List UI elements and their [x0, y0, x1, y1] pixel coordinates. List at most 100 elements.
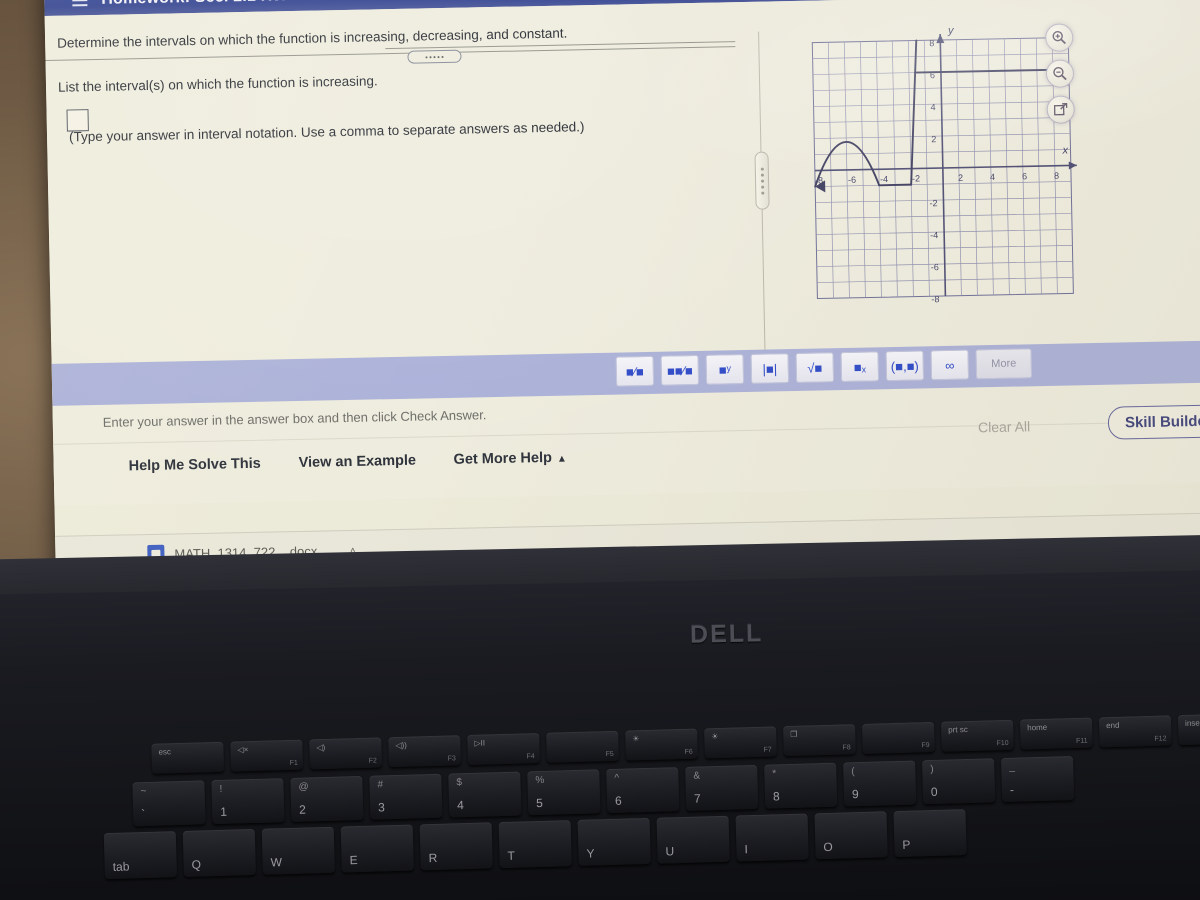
svg-text:-4: -4 — [880, 174, 888, 184]
key-`[interactable]: ~ ` — [132, 780, 206, 827]
palette-absolute-value-button[interactable]: |■| — [750, 353, 790, 384]
key-fn-F12[interactable]: end F12 — [1098, 715, 1172, 748]
key-5[interactable]: % 5 — [527, 769, 601, 816]
palette-infinity-button[interactable]: ∞ — [930, 349, 970, 381]
key-alt-label: ) — [930, 763, 934, 776]
svg-text:-8: -8 — [931, 294, 939, 304]
question-content: Determine the intervals on which the fun… — [44, 0, 1200, 606]
key-fn-label: F10 — [996, 739, 1009, 748]
key-fn-F4[interactable]: ▷II F4 — [467, 732, 540, 765]
key-O[interactable]: O — [814, 811, 888, 860]
key-label: insert — [1184, 718, 1200, 728]
key-fn-F9[interactable]: F9 — [862, 721, 935, 754]
enter-answer-note: Enter your answer in the answer box and … — [102, 407, 487, 430]
key-main-label: R — [428, 850, 438, 866]
key-9[interactable]: (9 — [843, 760, 917, 807]
key-fn-F7[interactable]: ☀ F7 — [704, 726, 777, 759]
palette-square-root-button[interactable]: √■ — [795, 352, 835, 383]
key-alt-label: $ — [456, 777, 463, 789]
help-me-solve-this-link[interactable]: Help Me Solve This — [128, 456, 260, 475]
key-fn-label: F2 — [368, 757, 377, 765]
panel-resize-handle[interactable] — [754, 151, 770, 210]
key-alt-label: ^ — [614, 772, 620, 784]
key-label: ▷II — [474, 738, 486, 748]
key-fn-label: F4 — [526, 753, 535, 761]
key-tab[interactable]: tab — [103, 831, 178, 880]
key-alt-label: * — [772, 768, 777, 780]
key-8[interactable]: * 8 — [764, 762, 838, 809]
key-main-label: O — [823, 839, 833, 855]
palette-interval-button[interactable]: (■,■) — [885, 350, 925, 382]
key-main-label: - — [1009, 782, 1015, 797]
key-main-label: 4 — [456, 798, 464, 813]
key-fn-F6[interactable]: ☀ F6 — [625, 728, 698, 761]
svg-text:-2: -2 — [929, 198, 937, 208]
key-fn-F3[interactable]: ◁)) F3 — [388, 735, 461, 768]
key-fn-label: F11 — [1075, 737, 1088, 745]
key-main-label: U — [665, 844, 675, 859]
key-label: esc — [158, 747, 172, 757]
svg-text:2: 2 — [958, 173, 963, 183]
key-0[interactable]: ) 0 — [922, 758, 996, 805]
key-label: ◁) — [316, 742, 326, 753]
dell-brand-logo: DELL — [689, 619, 764, 649]
key-T[interactable]: T — [498, 820, 572, 869]
svg-text:-6: -6 — [931, 262, 939, 272]
get-more-help-link[interactable]: Get More Help ▲ — [453, 450, 567, 468]
skill-builder-button[interactable]: Skill Builder — [1107, 404, 1200, 440]
key-alt-label: % — [535, 774, 545, 787]
key-fn-insert[interactable]: insert — [1177, 713, 1200, 746]
hamburger-menu-icon[interactable] — [72, 0, 88, 7]
palette-subscript-button[interactable]: ■ₓ — [840, 351, 880, 383]
key-alt-label: & — [693, 770, 701, 782]
key-main-label: I — [744, 842, 748, 857]
svg-text:8: 8 — [1054, 171, 1059, 181]
key-fn-F5[interactable]: F5 — [546, 730, 619, 763]
key-label: ☀ — [632, 734, 640, 744]
key-main-label: 8 — [772, 789, 780, 804]
palette-exponent-button[interactable]: ■ʸ — [705, 354, 745, 385]
key-2[interactable]: @2 — [290, 775, 364, 822]
key-4[interactable]: $4 — [448, 771, 522, 818]
expand-dots-button[interactable] — [407, 49, 462, 64]
key-6[interactable]: ^ 6 — [606, 767, 680, 814]
page-title: Homework: Sec. 2.1 HW — [101, 0, 288, 9]
svg-text:4: 4 — [931, 102, 936, 112]
palette-more-button[interactable]: More — [975, 348, 1033, 380]
svg-text:-4: -4 — [930, 230, 938, 240]
key-fn-F8[interactable]: ❐ F8 — [783, 724, 856, 757]
key-Y[interactable]: Y — [577, 817, 651, 866]
keyboard: esc ◁× F1 ◁) F2 ◁)) F3 ▷II F4 F5 ☀ F6 ☀ F7 ❐ F8 F9 prt sc… — [0, 665, 1200, 900]
key-fn-F11[interactable]: home F11 — [1019, 717, 1093, 750]
key-1[interactable]: ! 1 — [211, 778, 285, 825]
key-label: home — [1027, 722, 1048, 733]
palette-mixed-number-button[interactable]: ■■⁄■ — [660, 354, 700, 386]
key-R[interactable]: R — [419, 822, 493, 871]
key-fn-F1[interactable]: ◁× F1 — [230, 739, 304, 772]
key-main-label: 1 — [220, 804, 228, 819]
key-Q[interactable]: Q — [182, 828, 256, 877]
palette-fraction-button[interactable]: ■⁄■ — [615, 355, 655, 387]
key-main-label: W — [270, 855, 283, 870]
key-E[interactable]: E — [340, 824, 414, 873]
key-fn-F10[interactable]: prt sc F10 — [940, 719, 1014, 752]
key-fn-esc[interactable]: esc — [151, 741, 225, 774]
key-main-label: 5 — [535, 795, 543, 811]
key-main-label: T — [507, 848, 516, 863]
view-an-example-link[interactable]: View an Example — [298, 453, 416, 471]
key-W[interactable]: W — [261, 826, 335, 875]
key-fn-label: F3 — [447, 755, 456, 763]
laptop-screen: Homework: Sec. 2.1 HW Part 1 of 3 Score:… — [44, 0, 1200, 606]
math-palette: ■⁄■ ■■⁄■ ■ʸ |■| √■ ■ₓ (■,■) ∞ More — [51, 340, 1200, 406]
key-P[interactable]: P — [893, 809, 967, 858]
clear-all-button[interactable]: Clear All — [978, 418, 1030, 435]
get-more-help-label: Get More Help — [453, 449, 553, 468]
key-7[interactable]: & 7 — [685, 764, 759, 811]
key-U[interactable]: U — [656, 815, 730, 864]
key-3[interactable]: #3 — [369, 773, 443, 820]
key-main-label: E — [349, 853, 358, 868]
key-fn-F2[interactable]: ◁) F2 — [309, 737, 383, 770]
key-I[interactable]: I — [735, 813, 809, 862]
key-main-label: P — [902, 837, 911, 852]
key--[interactable]: _ - — [1001, 756, 1075, 803]
